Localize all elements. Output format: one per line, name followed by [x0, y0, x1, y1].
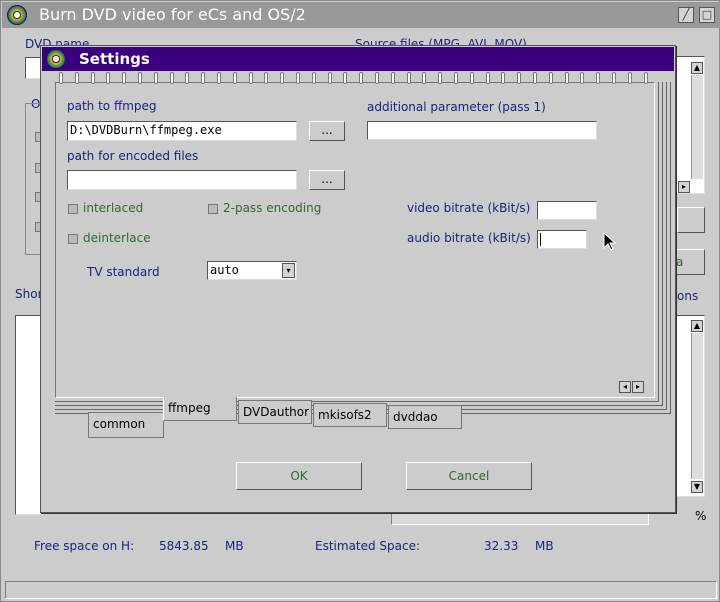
arrow-left-icon[interactable]: ◂ [619, 381, 631, 393]
side-button-1[interactable] [677, 207, 705, 233]
free-space-unit: MB [225, 539, 244, 553]
ffmpeg-path-input[interactable]: D:\DVDBurn\ffmpeg.exe [67, 121, 297, 141]
spiral-coil [122, 72, 127, 84]
free-space-value: 5843.85 [159, 539, 209, 553]
short-list[interactable] [15, 315, 43, 515]
video-bitrate-input[interactable] [537, 201, 597, 220]
encoded-browse-button[interactable]: ... [309, 170, 345, 190]
audio-bitrate-input[interactable] [537, 230, 587, 249]
estimated-space-value: 32.33 [484, 539, 519, 553]
cancel-button[interactable]: Cancel [406, 462, 532, 490]
spiral-coil [501, 72, 506, 84]
close-icon[interactable]: ╱ [678, 7, 694, 23]
mouse-pointer-icon [603, 232, 617, 251]
tv-standard-label: TV standard [87, 265, 160, 279]
spiral-coil [169, 72, 174, 84]
audio-bitrate-label: audio bitrate (kBit/s) [407, 231, 531, 245]
ffmpeg-path-label: path to ffmpeg [67, 99, 157, 113]
text-caret [540, 233, 541, 246]
spiral-coil [643, 72, 648, 84]
deinterlace-checkbox[interactable] [68, 234, 78, 244]
deinterlace-label[interactable]: deinterlace [83, 231, 151, 245]
spiral-coil [580, 72, 585, 84]
spiral-coil [343, 72, 348, 84]
tab-dvddao[interactable]: dvddao [388, 405, 462, 429]
disc-icon[interactable] [46, 49, 66, 69]
spiral-coil [185, 72, 190, 84]
twopass-checkbox[interactable] [208, 204, 218, 214]
status-bar [5, 581, 717, 599]
spiral-coil [533, 72, 537, 84]
spiral-coil [106, 72, 111, 84]
twopass-label[interactable]: 2-pass encoding [223, 201, 321, 215]
spiral-coil [232, 72, 237, 84]
spiral-coil [264, 72, 269, 84]
spiral-coil [485, 72, 490, 84]
ffmpeg-browse-button[interactable]: ... [309, 121, 345, 141]
settings-title: Settings [79, 50, 150, 68]
spiral-coil [375, 72, 379, 84]
short-label: Shor [15, 287, 43, 301]
spiral-coil [564, 72, 569, 84]
estimated-space-unit: MB [535, 539, 554, 553]
spiral-coil [390, 72, 395, 84]
spiral-coil [311, 72, 316, 84]
spiral-coil [90, 72, 95, 84]
spiral-coil [422, 72, 427, 84]
spiral-coil [454, 72, 458, 84]
spiral-coil [406, 72, 411, 84]
encoded-path-input[interactable] [67, 170, 297, 190]
tab-common[interactable]: common [88, 412, 164, 438]
video-bitrate-label: video bitrate (kBit/s) [407, 201, 531, 215]
encoded-path-label: path for encoded files [67, 149, 199, 163]
spiral-coil [596, 72, 601, 84]
source-scrollbar[interactable] [691, 75, 703, 179]
ok-button[interactable]: OK [236, 462, 362, 490]
additional-param-input[interactable] [367, 121, 597, 140]
additional-param-label: additional parameter (pass 1) [367, 100, 546, 114]
settings-titlebar[interactable]: Settings [42, 47, 674, 71]
spiral-coil [74, 72, 79, 84]
spiral-coil [627, 72, 632, 84]
spiral-coil [548, 72, 553, 84]
free-space-label: Free space on H: [34, 539, 135, 553]
notebook-spiral [59, 72, 659, 86]
options-group [25, 103, 41, 255]
estimated-space-label: Estimated Space: [315, 539, 421, 553]
settings-dialog: Settings path to ffmpeg D:\DVDBurn\ffmpe… [40, 45, 676, 513]
arrow-up-icon[interactable]: ▲ [691, 320, 703, 332]
tab-mkisofs2[interactable]: mkisofs2 [313, 403, 387, 427]
spiral-coil [469, 72, 474, 84]
main-window-title: Burn DVD video for eCs and OS/2 [39, 5, 306, 24]
disc-icon[interactable] [7, 5, 27, 25]
spiral-coil [153, 72, 158, 84]
spiral-coil [138, 72, 142, 84]
restore-icon[interactable]: □ [699, 7, 715, 23]
tv-standard-value: auto [210, 263, 239, 277]
spiral-coil [217, 72, 221, 84]
tab-ffmpeg[interactable]: ffmpeg [163, 397, 237, 421]
interlaced-label[interactable]: interlaced [83, 201, 143, 215]
spiral-coil [612, 72, 616, 84]
spiral-coil [359, 72, 364, 84]
spiral-coil [517, 72, 522, 84]
percent-label: % [695, 509, 707, 523]
spiral-coil [201, 72, 206, 84]
spiral-coil [59, 72, 63, 84]
spiral-coil [296, 72, 300, 84]
tab-dvdauthor[interactable]: DVDauthor [238, 400, 312, 424]
main-titlebar[interactable]: Burn DVD video for eCs and OS/2 ╱ □ [2, 2, 720, 28]
arrow-right-icon[interactable]: ▸ [678, 181, 690, 193]
spiral-coil [280, 72, 285, 84]
arrow-down-icon[interactable]: ▼ [691, 481, 703, 493]
arrow-up-icon[interactable]: ▲ [691, 62, 703, 74]
spiral-coil [327, 72, 332, 84]
chevron-down-icon[interactable]: ▾ [282, 263, 295, 278]
spiral-coil [248, 72, 253, 84]
options-label-partial: ons [677, 289, 699, 303]
arrow-right-icon[interactable]: ▸ [632, 381, 644, 393]
interlaced-checkbox[interactable] [68, 204, 78, 214]
options-scrollbar[interactable] [691, 333, 703, 479]
spiral-coil [438, 72, 443, 84]
